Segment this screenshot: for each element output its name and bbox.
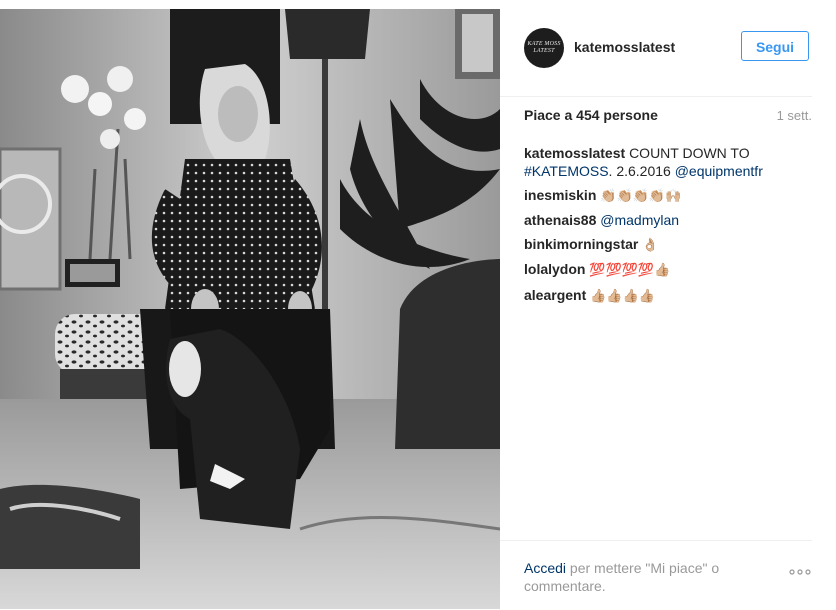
comment-text: 💯💯💯💯👍🏼	[589, 263, 671, 278]
post-sidebar: KATE MOSS LATEST katemosslatest Segui Pi…	[500, 0, 836, 609]
comment-username[interactable]: aleargent	[524, 287, 586, 303]
caption: katemosslatest COUNT DOWN TO #KATEMOSS. …	[524, 144, 812, 180]
comment-text: 👏🏼👏🏼👏🏼👏🏼🙌🏼	[600, 188, 682, 204]
comment-text: 👍🏼👍🏼👍🏼👍🏼	[590, 288, 655, 304]
login-prompt: Accedi per mettere "Mi piace" o commenta…	[524, 559, 764, 595]
follow-button[interactable]: Segui	[741, 31, 809, 61]
instagram-post: KATE MOSS LATEST katemosslatest Segui Pi…	[0, 0, 836, 609]
comment-username[interactable]: binkimorningstar	[524, 236, 638, 252]
caption-hashtag[interactable]: #KATEMOSS	[524, 163, 609, 179]
caption-text: COUNT DOWN TO	[629, 145, 750, 161]
comment-text: 👌🏼	[642, 237, 659, 253]
comment-item: binkimorningstar 👌🏼	[524, 235, 812, 255]
likes-count[interactable]: Piace a 454 persone	[524, 107, 658, 123]
post-photo[interactable]	[0, 9, 500, 609]
author-avatar[interactable]: KATE MOSS LATEST	[524, 28, 564, 68]
login-link[interactable]: Accedi	[524, 560, 566, 576]
post-footer: Accedi per mettere "Mi piace" o commenta…	[500, 540, 812, 610]
post-header: KATE MOSS LATEST katemosslatest Segui	[500, 0, 812, 97]
post-timestamp[interactable]: 1 sett.	[777, 108, 812, 123]
author-username[interactable]: katemosslatest	[574, 39, 675, 55]
more-options-icon[interactable]	[788, 565, 812, 579]
likes-row: Piace a 454 persone 1 sett.	[524, 107, 812, 127]
avatar-logo-text: KATE MOSS LATEST	[527, 41, 561, 54]
comment-username[interactable]: lolalydon	[524, 261, 585, 277]
comment-item: athenais88 @madmylan	[524, 211, 812, 229]
comment-item: inesmiskin 👏🏼👏🏼👏🏼👏🏼🙌🏼	[524, 186, 812, 206]
comment-item: aleargent 👍🏼👍🏼👍🏼👍🏼	[524, 286, 812, 306]
comment-username[interactable]: inesmiskin	[524, 187, 596, 203]
comment-mention[interactable]: @madmylan	[600, 212, 679, 228]
caption-date: . 2.6.2016	[608, 163, 671, 179]
comment-username[interactable]: athenais88	[524, 212, 596, 228]
comments-list: katemosslatest COUNT DOWN TO #KATEMOSS. …	[524, 144, 812, 311]
comment-item: lolalydon 💯💯💯💯👍🏼	[524, 260, 812, 280]
caption-mention[interactable]: @equipmentfr	[675, 163, 763, 179]
caption-username[interactable]: katemosslatest	[524, 145, 625, 161]
photo-illustration	[0, 9, 500, 609]
